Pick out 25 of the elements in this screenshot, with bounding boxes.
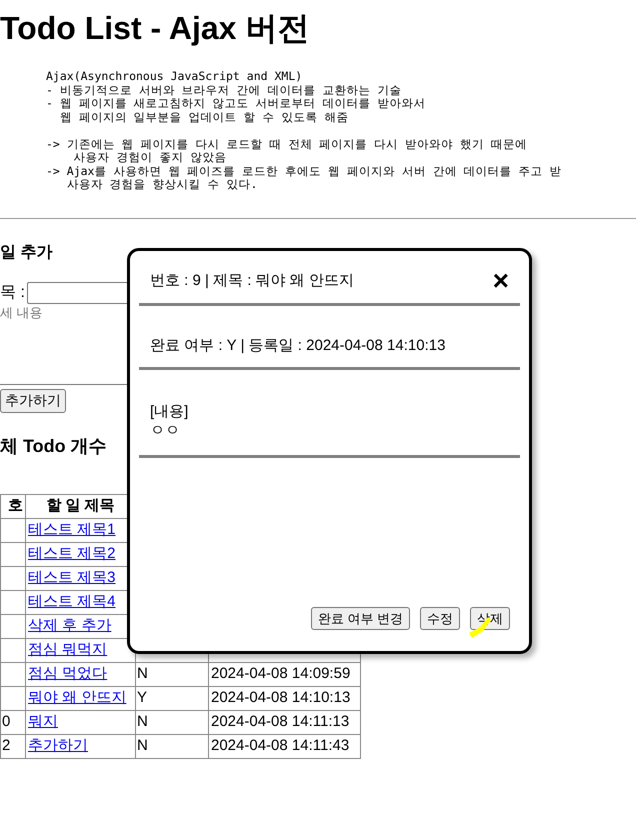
- done-cell: N: [137, 713, 148, 730]
- done-cell: N: [137, 737, 148, 754]
- content-label: [내용]: [150, 402, 190, 421]
- date-cell: 2024-04-08 14:09:59: [211, 665, 350, 682]
- modal-info-text: 완료 여부 : Y | 등록일 : 2024-04-08 14:10:13: [150, 336, 446, 356]
- number-cell: 0: [2, 713, 10, 730]
- count-heading: 체 Todo 개수: [0, 435, 108, 458]
- section-heading: 일 추가: [0, 242, 54, 262]
- modal-action-button[interactable]: 완료 여부 변경: [310, 607, 410, 630]
- description-text: Ajax(Asynchronous JavaScript and XML) - 비동기적으로 서버와 브라우저 간에 데이터를 교환하는 기술 - 웹 페이지를 새로고침하지 않고도 서버로부터 데이터를 받아와서 웹 페이지의 일부분을 업데이트 할 수 있도록 해줌 -> 기존에는 웹 페이지를 다시 로드할 때 전체 페이지를 다시 받아와야 했기 때문에 사용자 경험이 좋지 않았음 -> Ajax를 사용하면 웹 페이즈를 로드한 후에도 웹 페이지와 서버 간에 데이터를 주고 받 사용자 경험을 향상시킬 수 있다.: [46, 70, 563, 192]
- page-title: Todo List - Ajax 버전: [0, 9, 310, 48]
- column-header: 호: [0, 494, 26, 518]
- add-button[interactable]: 추가하기: [0, 388, 66, 412]
- done-cell: Y: [137, 689, 148, 706]
- date-cell: 2024-04-08 14:11:13: [211, 713, 350, 730]
- todo-title-link[interactable]: 뭐지: [28, 713, 58, 730]
- modal-header-text: 번호 : 9 | 제목 : 뭐야 왜 안뜨지: [150, 270, 354, 291]
- done-cell: N: [137, 665, 148, 682]
- content-text: ㅇㅇ: [150, 421, 181, 440]
- close-button[interactable]: ×: [492, 267, 509, 295]
- date-cell: 2024-04-08 14:11:43: [211, 737, 350, 754]
- number-cell: 2: [2, 737, 10, 754]
- modal-action-button[interactable]: 수정: [420, 607, 460, 630]
- field-label: 목 :: [0, 282, 25, 302]
- date-cell: 2024-04-08 14:10:13: [211, 689, 350, 706]
